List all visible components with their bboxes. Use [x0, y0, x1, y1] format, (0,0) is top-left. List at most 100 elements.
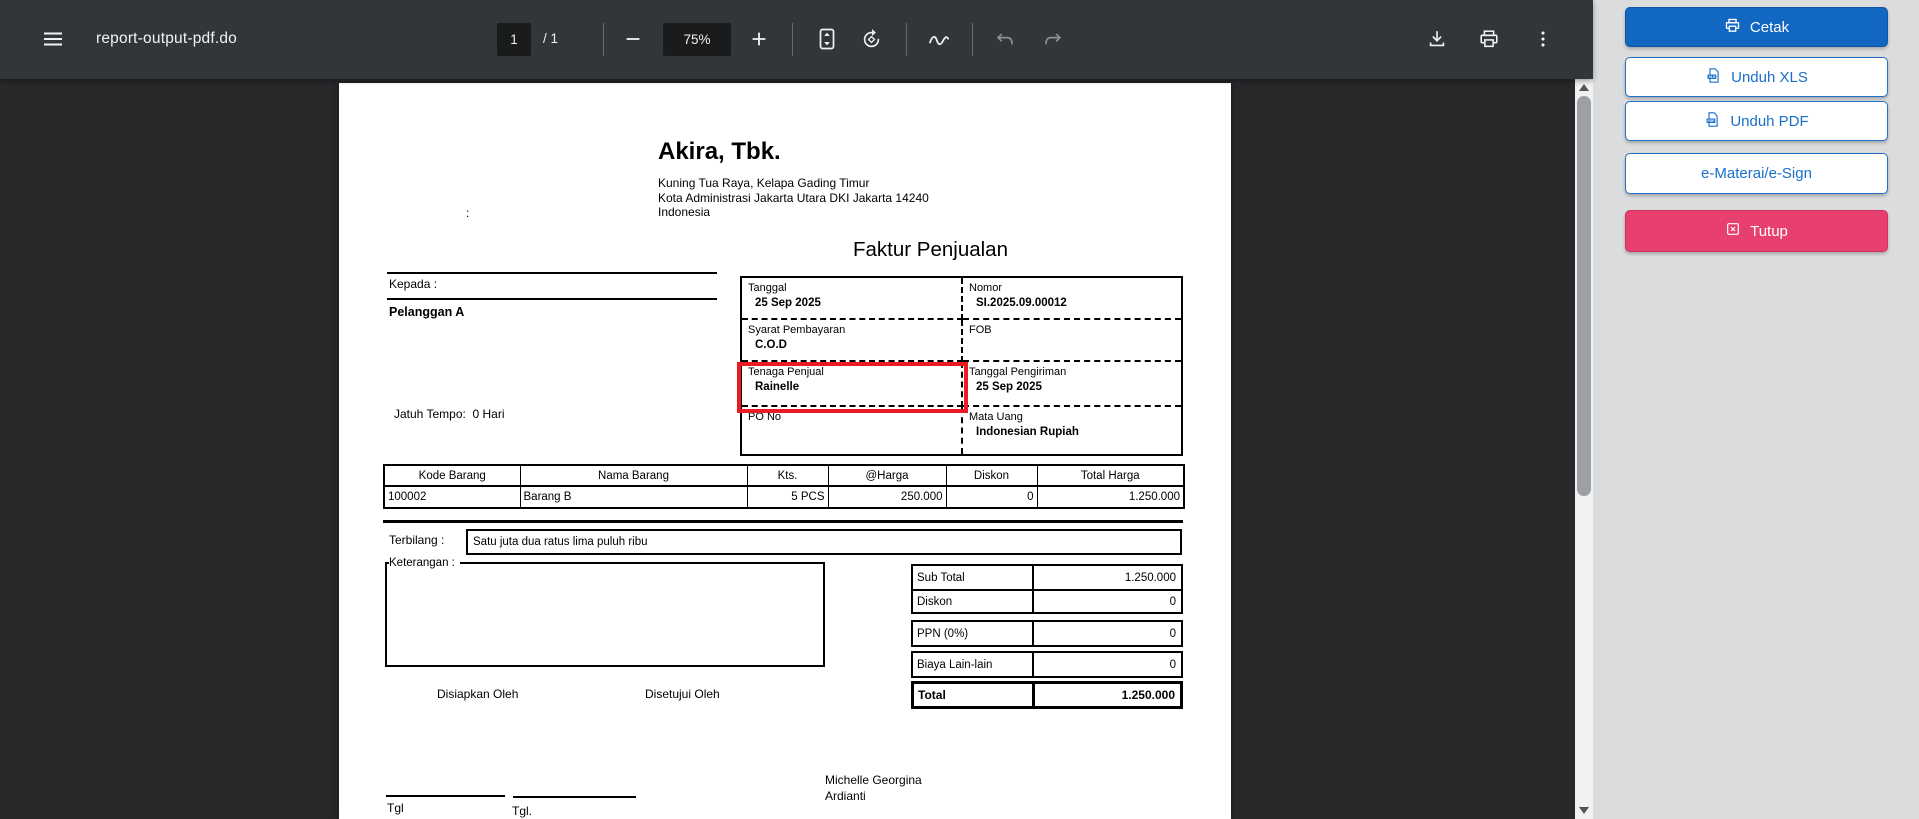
- menu-button[interactable]: [30, 16, 76, 62]
- detail-cell-po-no: PO No: [742, 407, 963, 454]
- terbilang-label: Terbilang :: [389, 533, 444, 547]
- unduh-xls-button[interactable]: XLS Unduh XLS: [1625, 57, 1888, 97]
- biaya-lain-box: Biaya Lain-lain 0: [911, 651, 1183, 678]
- total-row-value: 1.250.000: [1034, 566, 1181, 589]
- more-options-button[interactable]: [1528, 22, 1558, 56]
- undo-icon: [994, 28, 1016, 50]
- detail-label: Syarat Pembayaran: [748, 324, 955, 336]
- download-button[interactable]: [1420, 22, 1454, 56]
- detail-label: FOB: [969, 324, 1175, 336]
- detail-cell-tanggal: Tanggal 25 Sep 2025: [742, 278, 963, 320]
- unduh-pdf-button[interactable]: PDF Unduh PDF: [1625, 101, 1888, 141]
- item-cell: 1.250.000: [1037, 486, 1184, 508]
- total-row: Total 1.250.000: [914, 684, 1180, 706]
- detail-value: Indonesian Rupiah: [976, 426, 1175, 438]
- highlight-box: [737, 362, 968, 413]
- kepada-rule-bottom: [387, 298, 717, 300]
- company-name: Akira, Tbk.: [658, 138, 781, 166]
- detail-cell-syarat: Syarat Pembayaran C.O.D: [742, 320, 963, 362]
- up-arrow-icon: [1579, 84, 1589, 91]
- item-cell: 250.000: [828, 486, 946, 508]
- address-line: Kota Administrasi Jakarta Utara DKI Jaka…: [658, 191, 929, 206]
- down-arrow-icon: [1579, 807, 1589, 814]
- pdf-viewer-app: report-output-pdf.do / 1 75%: [0, 0, 1919, 819]
- fit-to-page-button[interactable]: [810, 22, 844, 56]
- pen-squiggle-icon: [927, 27, 951, 51]
- minus-icon: [622, 28, 644, 50]
- detail-value: 25 Sep 2025: [755, 297, 955, 309]
- detail-value: 25 Sep 2025: [976, 381, 1175, 393]
- col-header: Diskon: [946, 465, 1037, 486]
- detail-label: Tanggal Pengiriman: [969, 366, 1175, 378]
- invoice-details-table: Tanggal 25 Sep 2025 Nomor SI.2025.09.000…: [740, 276, 1183, 456]
- vertical-scrollbar[interactable]: [1575, 79, 1593, 819]
- items-header-row: Kode Barang Nama Barang Kts. @Harga Disk…: [384, 465, 1184, 486]
- print-button[interactable]: [1472, 22, 1506, 56]
- col-header: Nama Barang: [520, 465, 747, 486]
- col-header: Total Harga: [1037, 465, 1184, 486]
- total-row-label: Diskon: [913, 591, 1034, 612]
- item-cell: Barang B: [520, 486, 747, 508]
- svg-text:XLS: XLS: [1709, 75, 1717, 79]
- kepada-label: Kepada :: [389, 277, 437, 291]
- col-header: Kode Barang: [384, 465, 520, 486]
- detail-label: Mata Uang: [969, 411, 1175, 423]
- svg-text:PDF: PDF: [1708, 119, 1716, 123]
- annotate-button[interactable]: [922, 22, 956, 56]
- tgl-label: Tgl.: [512, 804, 532, 818]
- grand-total-label: Total: [914, 684, 1035, 706]
- pdf-toolbar: report-output-pdf.do / 1 75%: [0, 0, 1593, 79]
- toolbar-divider: [792, 23, 793, 56]
- disiapkan-oleh-label: Disiapkan Oleh: [437, 687, 518, 701]
- page-count: / 1: [543, 31, 558, 46]
- scroll-down-button[interactable]: [1575, 802, 1593, 819]
- action-sidebar: Cetak XLS Unduh XLS PDF Unduh PDF e-Mate…: [1593, 0, 1919, 819]
- invoice-title: Faktur Penjualan: [853, 238, 1008, 262]
- approver-name-line: Michelle Georgina: [825, 773, 922, 789]
- e-materai-button[interactable]: e-Materai/e-Sign: [1625, 153, 1888, 194]
- zoom-in-button[interactable]: [742, 22, 776, 56]
- redo-button[interactable]: [1036, 22, 1070, 56]
- approver-name-line: Ardianti: [825, 789, 922, 805]
- undo-button[interactable]: [988, 22, 1022, 56]
- zoom-out-button[interactable]: [616, 22, 650, 56]
- detail-cell-fob: FOB: [963, 320, 1181, 362]
- total-row-label: Biaya Lain-lain: [913, 653, 1034, 676]
- button-label: Unduh XLS: [1731, 69, 1808, 86]
- button-label: Cetak: [1750, 19, 1789, 36]
- detail-label: Nomor: [969, 282, 1175, 294]
- scrollbar-thumb[interactable]: [1577, 96, 1591, 496]
- grand-total-box: Total 1.250.000: [911, 681, 1183, 709]
- jatuh-tempo: Jatuh Tempo: 0 Hari: [394, 407, 505, 421]
- keterangan-box: Keterangan :: [385, 557, 825, 667]
- item-row: 100002 Barang B 5 PCS 250.000 0 1.250.00…: [384, 486, 1184, 508]
- printer-icon: [1724, 17, 1741, 38]
- close-box-icon: [1725, 221, 1741, 241]
- total-row-label: Sub Total: [913, 566, 1034, 589]
- file-xls-icon: XLS: [1705, 67, 1722, 88]
- toolbar-divider: [906, 23, 907, 56]
- total-row-value: 0: [1034, 591, 1181, 612]
- cetak-button[interactable]: Cetak: [1625, 7, 1888, 47]
- total-row: Biaya Lain-lain 0: [913, 653, 1181, 676]
- hamburger-icon: [41, 27, 65, 51]
- address-line: Kuning Tua Raya, Kelapa Gading Timur: [658, 176, 929, 191]
- plus-icon: [748, 28, 770, 50]
- toolbar-divider: [972, 23, 973, 56]
- tutup-button[interactable]: Tutup: [1625, 210, 1888, 252]
- fit-to-page-icon: [817, 28, 837, 50]
- button-label: Tutup: [1750, 223, 1788, 240]
- keterangan-label: Keterangan :: [389, 557, 460, 569]
- document-title: report-output-pdf.do: [96, 30, 237, 48]
- detail-cell-tanggal-pengiriman: Tanggal Pengiriman 25 Sep 2025: [963, 362, 1181, 407]
- scroll-up-button[interactable]: [1575, 79, 1593, 96]
- item-cell: 100002: [384, 486, 520, 508]
- rotate-ccw-icon: [860, 28, 883, 51]
- file-pdf-icon: PDF: [1704, 111, 1721, 132]
- total-row: PPN (0%) 0: [913, 622, 1181, 645]
- page-number-input[interactable]: [497, 23, 531, 56]
- rotate-button[interactable]: [854, 22, 888, 56]
- detail-label: Tanggal: [748, 282, 955, 294]
- button-label: e-Materai/e-Sign: [1701, 165, 1812, 182]
- amount-in-words: Satu juta dua ratus lima puluh ribu: [473, 536, 648, 548]
